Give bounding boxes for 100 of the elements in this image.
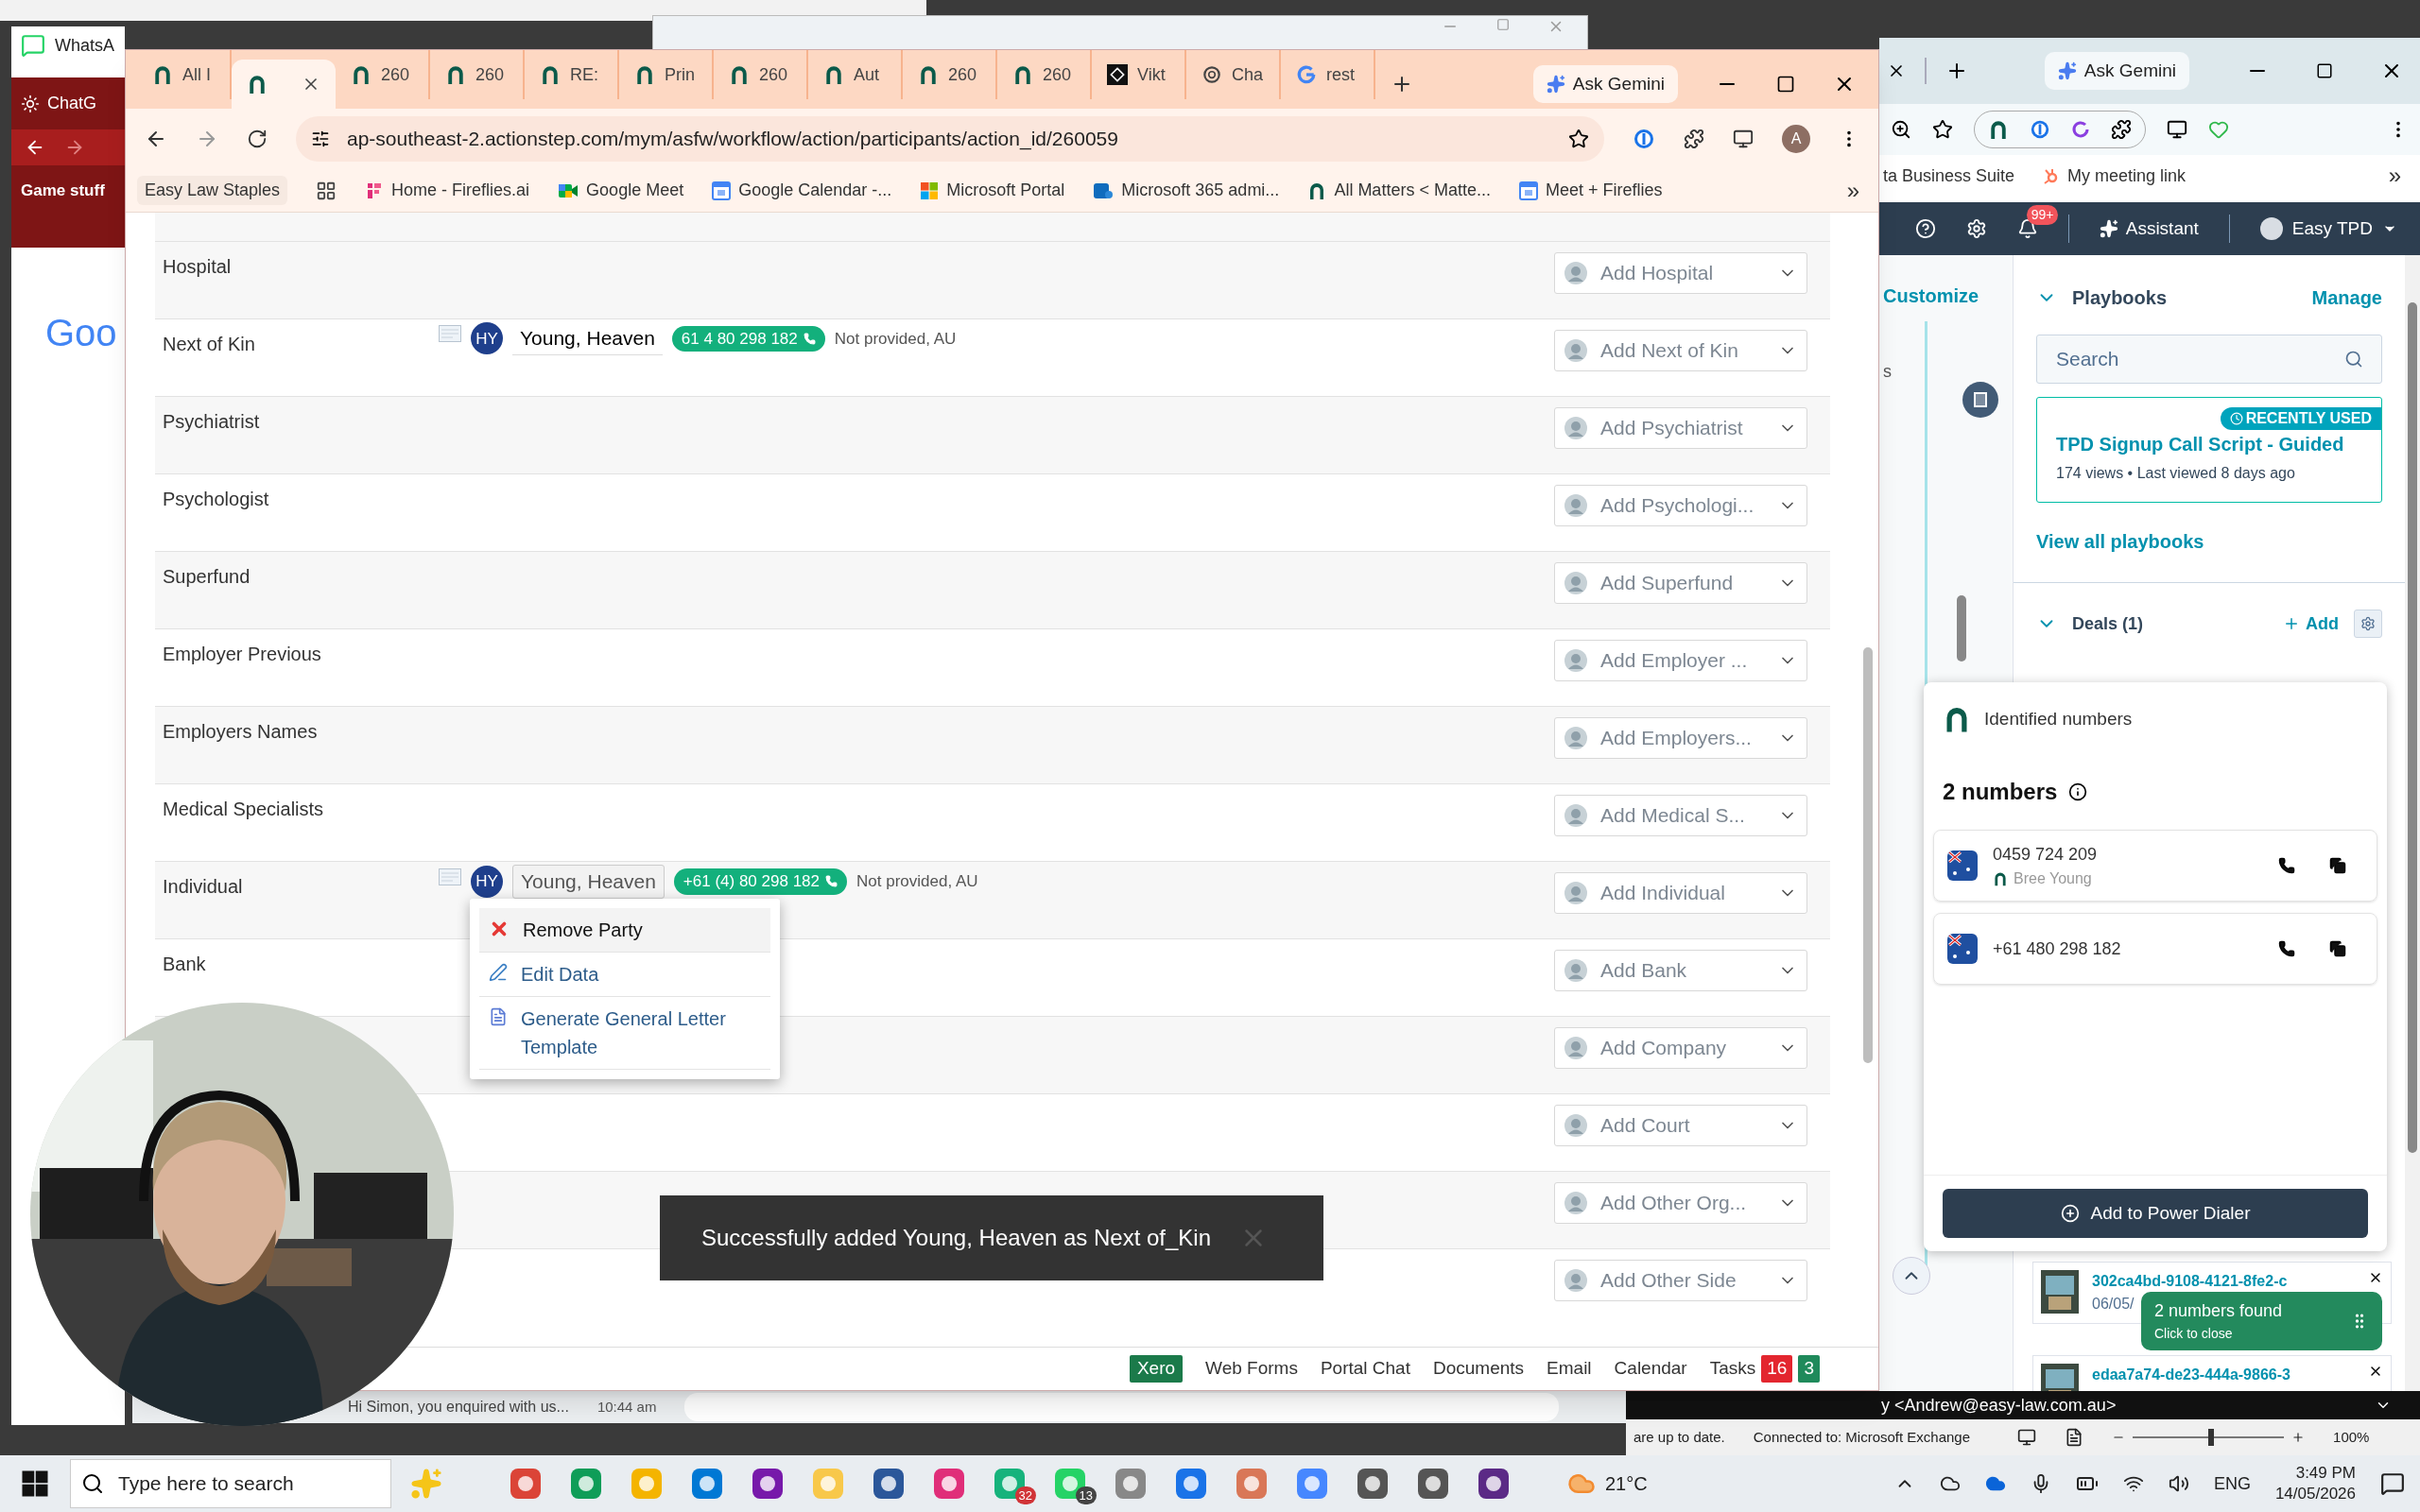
settings-icon[interactable] [1356, 1467, 1390, 1501]
calculator-icon[interactable] [1416, 1467, 1450, 1501]
browser-tab[interactable]: RE: [525, 50, 619, 99]
browser-tab[interactable]: Aut [808, 50, 903, 99]
bookmark[interactable]: ta Business Suite [1883, 163, 2015, 189]
add-party-dropdown[interactable]: Add Psychologi... [1554, 485, 1807, 526]
key-icon[interactable] [1174, 1467, 1208, 1501]
password-icon[interactable] [2030, 119, 2050, 140]
app-icon[interactable] [1477, 1467, 1511, 1501]
context-menu-item[interactable]: Edit Data [479, 953, 770, 997]
profile-avatar[interactable]: A [1782, 125, 1810, 153]
add-party-dropdown[interactable]: Add Company [1554, 1027, 1807, 1069]
browser-tab[interactable]: 260 [336, 50, 430, 99]
scrollbar-thumb[interactable] [2408, 302, 2417, 1153]
document-icon[interactable] [872, 1467, 906, 1501]
footer-link[interactable]: Calendar [1614, 1355, 1687, 1383]
number-card[interactable]: 0459 724 209 Bree Young [1933, 830, 2377, 902]
more-bookmarks-button[interactable]: » [1846, 173, 1867, 208]
context-menu-item[interactable]: Generate General Letter Template [479, 997, 770, 1070]
bookmark[interactable]: Game stuff [21, 179, 115, 203]
screen-search-icon[interactable] [1733, 129, 1754, 149]
phone-icon[interactable] [2278, 940, 2295, 957]
browser-tab[interactable]: 260 [997, 50, 1092, 99]
browser-tab[interactable]: 260 [430, 50, 525, 99]
bookmark[interactable]: Home - Fireflies.ai [365, 178, 530, 203]
add-party-dropdown[interactable]: Add Superfund [1554, 562, 1807, 604]
zoom-in-icon[interactable] [2291, 1431, 2306, 1444]
add-party-dropdown[interactable]: Add Other Side [1554, 1260, 1807, 1301]
view-all-link[interactable]: View all playbooks [2036, 527, 2382, 556]
add-party-dropdown[interactable]: Add Individual [1554, 872, 1807, 914]
search-field[interactable]: Search [2036, 335, 2382, 384]
bookmark[interactable]: All Matters < Matte... [1307, 178, 1491, 203]
add-to-power-dialer-button[interactable]: Add to Power Dialer [1943, 1189, 2368, 1238]
apps-icon[interactable] [316, 180, 337, 201]
add-party-dropdown[interactable]: Add Other Org... [1554, 1182, 1807, 1224]
notifications-icon[interactable] [2380, 1471, 2405, 1496]
ask-gemini-button[interactable]: Ask Gemini [2044, 51, 2189, 91]
user-menu[interactable]: Easy TPD [2259, 215, 2397, 243]
window-icon[interactable] [1114, 1467, 1148, 1501]
bell-icon[interactable] [2016, 218, 2038, 239]
footer-link[interactable]: Email [1547, 1355, 1592, 1383]
add-party-dropdown[interactable]: Add Bank [1554, 950, 1807, 991]
add-party-dropdown[interactable]: Add Next of Kin [1554, 330, 1807, 371]
party-name[interactable]: Young, Heaven [512, 322, 663, 355]
bookmark[interactable]: My meeting link [2043, 163, 2187, 189]
settings-icon[interactable] [1965, 218, 1987, 239]
weather-text[interactable]: 21°C [1605, 1469, 1648, 1498]
maximize-icon[interactable] [2316, 62, 2333, 79]
bookmark[interactable]: Google Meet [558, 178, 684, 203]
file-link[interactable]: 302ca4bd-9108-4121-8fe2-c [2092, 1270, 2288, 1293]
zoom-icon[interactable] [1891, 119, 1911, 140]
app-icon[interactable] [932, 1467, 966, 1501]
context-menu-item[interactable]: Remove Party [479, 908, 770, 953]
password-icon[interactable] [1633, 128, 1655, 150]
extensions-icon[interactable] [1684, 129, 1704, 149]
phone-icon[interactable] [2278, 857, 2295, 874]
footer-link[interactable]: Documents [1432, 1355, 1525, 1383]
browser-icon[interactable] [509, 1467, 543, 1501]
browser-tab[interactable]: rest [1281, 50, 1375, 99]
normal-view-icon[interactable] [2017, 1428, 2037, 1447]
mail-icon[interactable] [690, 1467, 724, 1501]
language-indicator[interactable]: ENG [2213, 1470, 2251, 1497]
site-settings-icon[interactable] [311, 129, 330, 148]
maximize-icon[interactable] [1776, 75, 1795, 94]
ask-gemini-button[interactable]: Ask Gemini [1532, 64, 1678, 104]
add-party-dropdown[interactable]: Add Hospital [1554, 252, 1807, 294]
star-icon[interactable] [1932, 119, 1953, 140]
info-icon[interactable] [2068, 782, 2088, 801]
number-card[interactable]: +61 480 298 182 [1933, 913, 2377, 985]
add-party-dropdown[interactable]: Add Psychiatrist [1554, 407, 1807, 449]
bookmark-star-icon[interactable] [1568, 129, 1589, 149]
browser-tab[interactable]: 260 [903, 50, 997, 99]
browser-tab[interactable]: Vikt [1092, 50, 1186, 99]
notebook-icon[interactable] [751, 1467, 785, 1501]
bookmark[interactable]: Microsoft Portal [920, 178, 1065, 203]
party-name[interactable]: Young, Heaven [512, 865, 665, 899]
bookmark[interactable]: Easy Law Staples [137, 176, 288, 205]
copy-icon[interactable] [2329, 940, 2346, 957]
scrollbar-thumb[interactable] [1957, 595, 1966, 662]
assistant-button[interactable]: Assistant [2099, 215, 2199, 243]
settings-button[interactable] [2354, 610, 2382, 638]
browser-tab[interactable]: ChatG [21, 91, 115, 116]
add-party-dropdown[interactable]: Add Employer ... [1554, 640, 1807, 681]
manage-link[interactable]: Manage [2311, 284, 2382, 312]
mountain-icon[interactable] [1295, 1467, 1329, 1501]
screen-search-icon[interactable] [2167, 119, 2187, 140]
copy-icon[interactable] [2329, 857, 2346, 874]
help-icon[interactable] [1914, 218, 1936, 239]
g-icon[interactable] [2071, 120, 2090, 139]
bookmark[interactable]: Meet + Fireflies [1518, 178, 1663, 203]
add-party-dropdown[interactable]: Add Employers... [1554, 717, 1807, 759]
browser-tab[interactable]: Cha [1186, 50, 1281, 99]
xero-link[interactable]: Xero [1129, 1355, 1184, 1383]
asterisk-icon[interactable] [1235, 1467, 1269, 1501]
start-icon[interactable] [21, 1469, 49, 1498]
playbook-card[interactable]: RECENTLY USED TPD Signup Call Script - Guided 174 views • Last viewed 8 days ago [2036, 397, 2382, 503]
scrollbar-thumb[interactable] [1863, 647, 1873, 1063]
add-deal-link[interactable]: Add [2283, 610, 2339, 637]
footer-link[interactable]: Portal Chat [1320, 1355, 1410, 1383]
bookmark[interactable]: Microsoft 365 admi... [1093, 178, 1280, 203]
